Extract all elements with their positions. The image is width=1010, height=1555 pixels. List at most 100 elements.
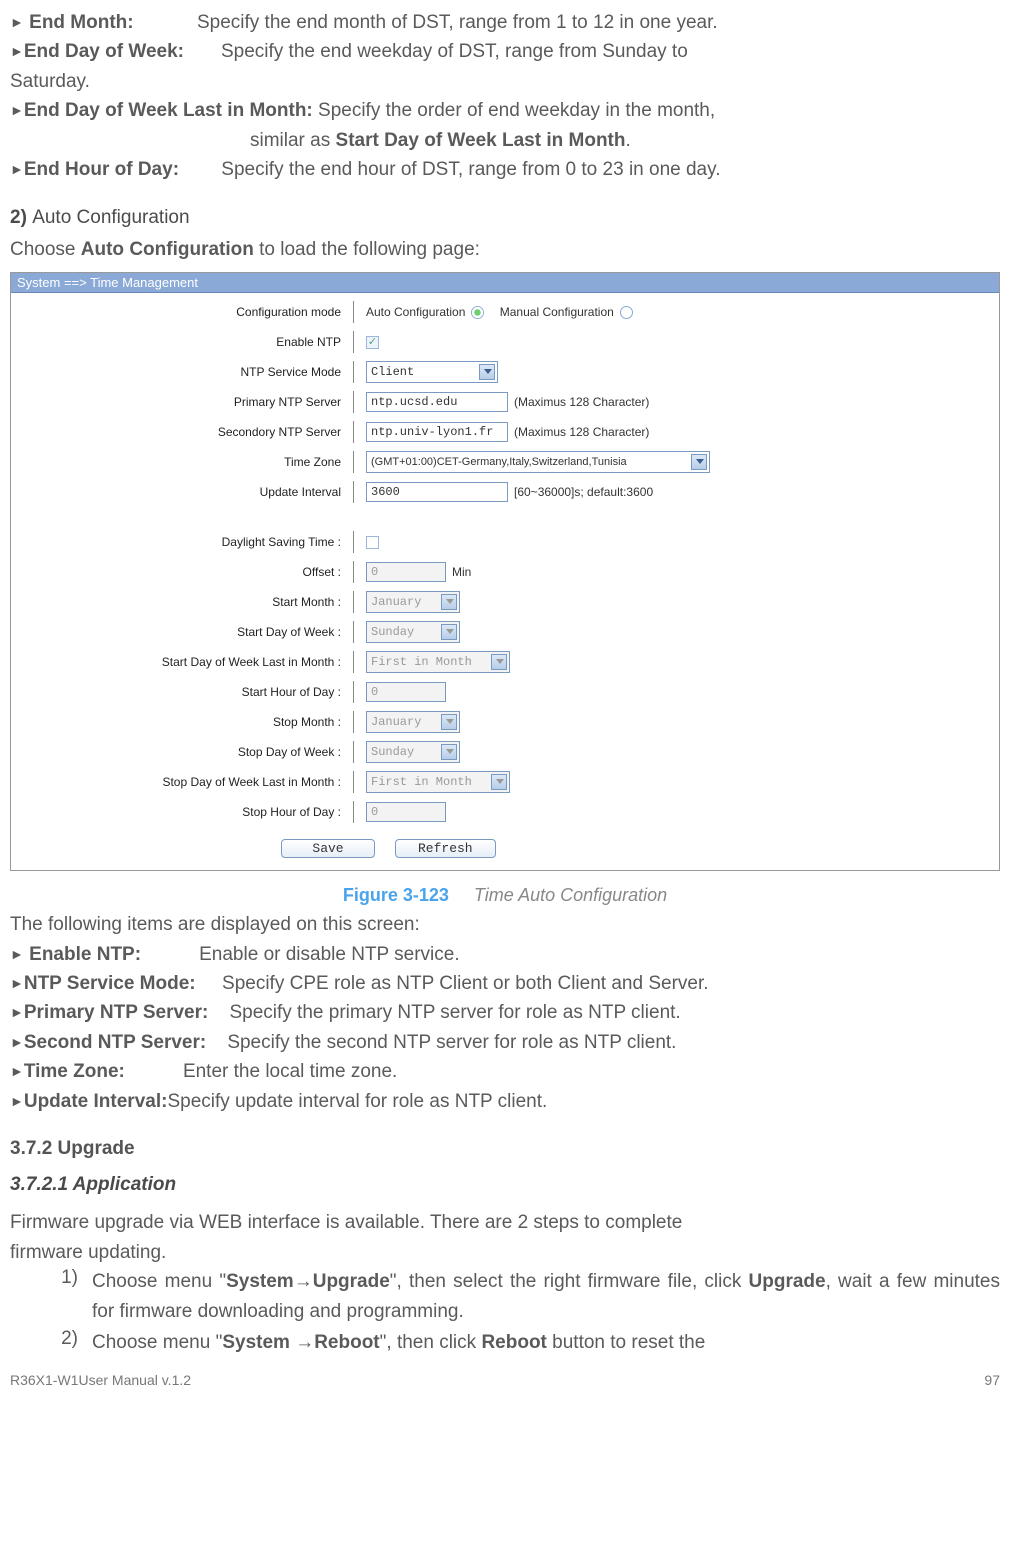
text: to load the following page:: [254, 239, 480, 260]
ref: Start Day of Week Last in Month: [336, 130, 626, 151]
def-ntp-mode: ►NTP Service Mode: Specify CPE role as N…: [10, 969, 1000, 998]
note-update-interval: [60~36000]s; default:3600: [514, 485, 653, 499]
input-stop-hour[interactable]: 0: [366, 802, 446, 822]
footer-right: 97: [984, 1372, 1000, 1388]
select-start-month[interactable]: January: [366, 591, 460, 613]
desc: Specify the order of end weekday in the …: [318, 100, 715, 121]
figure-caption: Figure 3-123 Time Auto Configuration: [10, 885, 1000, 906]
select-start-dow[interactable]: Sunday: [366, 621, 460, 643]
input-secondary-ntp[interactable]: ntp.univ-lyon1.fr: [366, 422, 508, 442]
bullet-icon: ►: [10, 975, 24, 991]
step-num: 2): [54, 1328, 78, 1358]
desc: Specify the end hour of DST, range from …: [221, 159, 720, 180]
upgrade-intro-1: Firmware upgrade via WEB interface is av…: [10, 1208, 1000, 1237]
def-upd: ►Update Interval:Specify update interval…: [10, 1087, 1000, 1116]
bullet-icon: ►: [10, 14, 24, 30]
note-primary: (Maximus 128 Character): [514, 395, 649, 409]
label-ntp-mode: NTP Service Mode: [21, 365, 353, 379]
value: January: [371, 595, 421, 609]
desc: Specify the end weekday of DST, range fr…: [221, 41, 688, 62]
label: End Month:: [29, 12, 133, 33]
note-secondary: (Maximus 128 Character): [514, 425, 649, 439]
label-enable-ntp: Enable NTP: [21, 335, 353, 349]
def-primary-ntp: ►Primary NTP Server: Specify the primary…: [10, 998, 1000, 1027]
radio-auto-label: Auto Configuration: [366, 305, 465, 319]
def-second-ntp: ►Second NTP Server: Specify the second N…: [10, 1028, 1000, 1057]
checkbox-dst[interactable]: [366, 536, 379, 549]
radio-manual-label: Manual Configuration: [500, 305, 614, 319]
label: Primary NTP Server:: [24, 1002, 208, 1023]
text: Choose menu ": [92, 1332, 222, 1353]
input-start-hour[interactable]: 0: [366, 682, 446, 702]
refresh-button[interactable]: Refresh: [395, 839, 496, 858]
section-2-intro: Choose Auto Configuration to load the fo…: [10, 235, 1000, 264]
bullet-icon: ►: [10, 1093, 24, 1109]
text: .: [625, 130, 630, 151]
step-2: 2) Choose menu "System →Reboot", then cl…: [54, 1328, 1000, 1358]
label-primary-ntp: Primary NTP Server: [21, 395, 353, 409]
label-stop-hour: Stop Hour of Day :: [21, 805, 353, 819]
label-start-month: Start Month :: [21, 595, 353, 609]
label-stop-dow: Stop Day of Week :: [21, 745, 353, 759]
def-end-dow-last-cont: similar as Start Day of Week Last in Mon…: [10, 126, 1000, 155]
radio-manual[interactable]: [620, 306, 633, 319]
desc: Specify CPE role as NTP Client or both C…: [222, 973, 709, 994]
text: similar as: [250, 130, 336, 151]
value: Sunday: [371, 745, 414, 759]
label-update-interval: Update Interval: [21, 485, 353, 499]
label: End Day of Week:: [24, 41, 184, 62]
select-stop-dow-last[interactable]: First in Month: [366, 771, 510, 793]
label: Enable NTP:: [29, 944, 141, 965]
label: End Hour of Day:: [24, 159, 179, 180]
footer-left: R36X1-W1User Manual v.1.2: [10, 1372, 191, 1388]
checkbox-enable-ntp[interactable]: ✓: [366, 336, 379, 349]
title: Auto Configuration: [32, 207, 189, 228]
bullet-icon: ►: [10, 1063, 24, 1079]
input-offset[interactable]: 0: [366, 562, 446, 582]
value: ntp.ucsd.edu: [371, 395, 457, 409]
text: Choose: [10, 239, 81, 260]
menu-upgrade: Upgrade: [313, 1271, 390, 1292]
def-end-dow-last: ►End Day of Week Last in Month: Specify …: [10, 96, 1000, 125]
label: Update Interval:: [24, 1091, 168, 1112]
save-button[interactable]: Save: [281, 839, 375, 858]
value: 0: [371, 805, 378, 819]
select-start-dow-last[interactable]: First in Month: [366, 651, 510, 673]
num: 2): [10, 207, 27, 228]
def-enable-ntp: ► Enable NTP: Enable or disable NTP serv…: [10, 940, 1000, 969]
value: First in Month: [371, 775, 472, 789]
select-stop-dow[interactable]: Sunday: [366, 741, 460, 763]
value: 0: [371, 565, 378, 579]
label-offset: Offset :: [21, 565, 353, 579]
input-update-interval[interactable]: 3600: [366, 482, 508, 502]
screenshot-time-management: System ==> Time Management Configuration…: [10, 272, 1000, 871]
select-ntp-mode[interactable]: Client: [366, 361, 498, 383]
bullet-icon: ►: [10, 43, 24, 59]
bullet-icon: ►: [10, 161, 24, 177]
arrow-icon: →: [295, 1332, 314, 1353]
label: End Day of Week Last in Month:: [24, 100, 313, 121]
menu-reboot: Reboot: [314, 1332, 379, 1353]
step-num: 1): [54, 1267, 78, 1328]
button-name-reboot: Reboot: [481, 1332, 546, 1353]
desc: Specify the end month of DST, range from…: [197, 12, 718, 33]
value: 0: [371, 685, 378, 699]
bullet-icon: ►: [10, 946, 24, 962]
input-primary-ntp[interactable]: ntp.ucsd.edu: [366, 392, 508, 412]
value: January: [371, 715, 421, 729]
value: Sunday: [371, 625, 414, 639]
window-titlebar: System ==> Time Management: [11, 273, 999, 293]
label-secondary-ntp: Secondory NTP Server: [21, 425, 353, 439]
def-end-dow-cont: Saturday.: [10, 67, 1000, 96]
select-stop-month[interactable]: January: [366, 711, 460, 733]
radio-auto[interactable]: [471, 306, 484, 319]
label: Time Zone:: [24, 1061, 125, 1082]
desc: Enter the local time zone.: [183, 1061, 397, 1082]
select-timezone[interactable]: (GMT+01:00)CET-Germany,Italy,Switzerland…: [366, 451, 710, 473]
figure-number: Figure 3-123: [343, 885, 449, 905]
def-end-month: ► End Month: Specify the end month of DS…: [10, 8, 1000, 37]
heading-3-7-2: 3.7.2 Upgrade: [10, 1138, 1000, 1160]
desc: Enable or disable NTP service.: [199, 944, 460, 965]
button-name-upgrade: Upgrade: [749, 1271, 826, 1292]
label-stop-month: Stop Month :: [21, 715, 353, 729]
